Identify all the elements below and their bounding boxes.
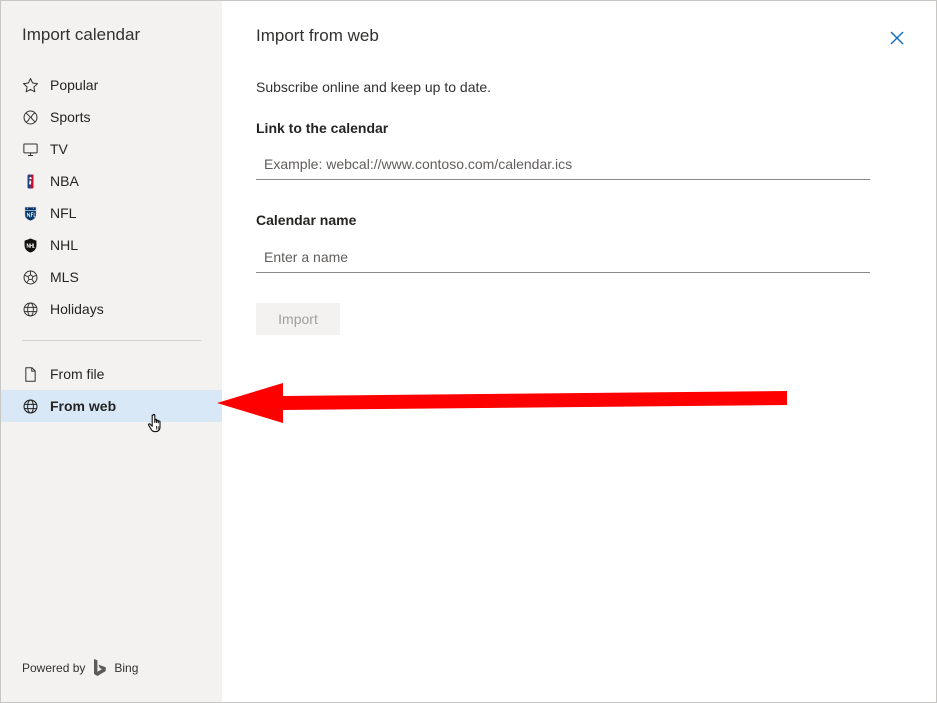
sidebar: Import calendar Popular Sports TV NBA NF… [1,1,222,702]
subtitle: Subscribe online and keep up to date. [256,79,492,95]
star-icon [21,76,39,94]
category-list: Popular Sports TV NBA NFL NHL MLS Holida… [1,69,222,325]
annotation-arrow [217,383,787,423]
sidebar-item-label: From file [50,366,105,382]
globe-icon [21,300,39,318]
sidebar-divider [22,340,201,341]
nba-logo-icon [21,172,39,190]
bing-label: Bing [114,660,139,675]
sidebar-item-label: From web [50,398,117,414]
close-icon [890,31,904,45]
import-calendar-dialog: Import calendar Popular Sports TV NBA NF… [0,0,937,703]
link-label: Link to the calendar [256,120,389,136]
hand-cursor-icon [148,413,161,433]
import-from-web-panel: Import from web Subscribe online and kee… [222,1,936,702]
sidebar-item-from-file[interactable]: From file [1,358,222,390]
sidebar-item-holidays[interactable]: Holidays [1,293,222,325]
sidebar-item-label: Sports [50,109,91,125]
calendar-name-label: Calendar name [256,212,357,228]
nfl-logo-icon [21,204,39,222]
sidebar-item-label: TV [50,141,68,157]
sidebar-item-label: Holidays [50,301,104,317]
sidebar-item-sports[interactable]: Sports [1,101,222,133]
sports-ball-icon [21,108,39,126]
import-button[interactable]: Import [256,303,340,335]
sidebar-item-nba[interactable]: NBA [1,165,222,197]
sidebar-item-label: NBA [50,173,79,189]
sidebar-item-nhl[interactable]: NHL [1,229,222,261]
calendar-name-input[interactable] [256,241,870,273]
file-icon [21,365,39,383]
sidebar-item-nfl[interactable]: NFL [1,197,222,229]
tv-icon [21,140,39,158]
bing-logo-icon [94,659,107,676]
page-title: Import from web [256,26,379,45]
close-button[interactable] [888,29,906,47]
calendar-link-input[interactable] [256,148,870,180]
sidebar-item-label: MLS [50,269,79,285]
powered-by-bing: Powered by Bing [22,658,138,677]
powered-by-text: Powered by [22,660,86,675]
globe-icon [21,397,39,415]
sidebar-item-tv[interactable]: TV [1,133,222,165]
source-list: From file From web [1,358,222,422]
sidebar-item-label: NFL [50,205,77,221]
sidebar-item-popular[interactable]: Popular [1,69,222,101]
sidebar-item-label: Popular [50,77,99,93]
nhl-logo-icon [21,236,39,254]
sidebar-title: Import calendar [22,25,141,44]
soccer-ball-icon [21,268,39,286]
sidebar-item-mls[interactable]: MLS [1,261,222,293]
sidebar-item-label: NHL [50,237,79,253]
sidebar-item-from-web[interactable]: From web [1,390,222,422]
